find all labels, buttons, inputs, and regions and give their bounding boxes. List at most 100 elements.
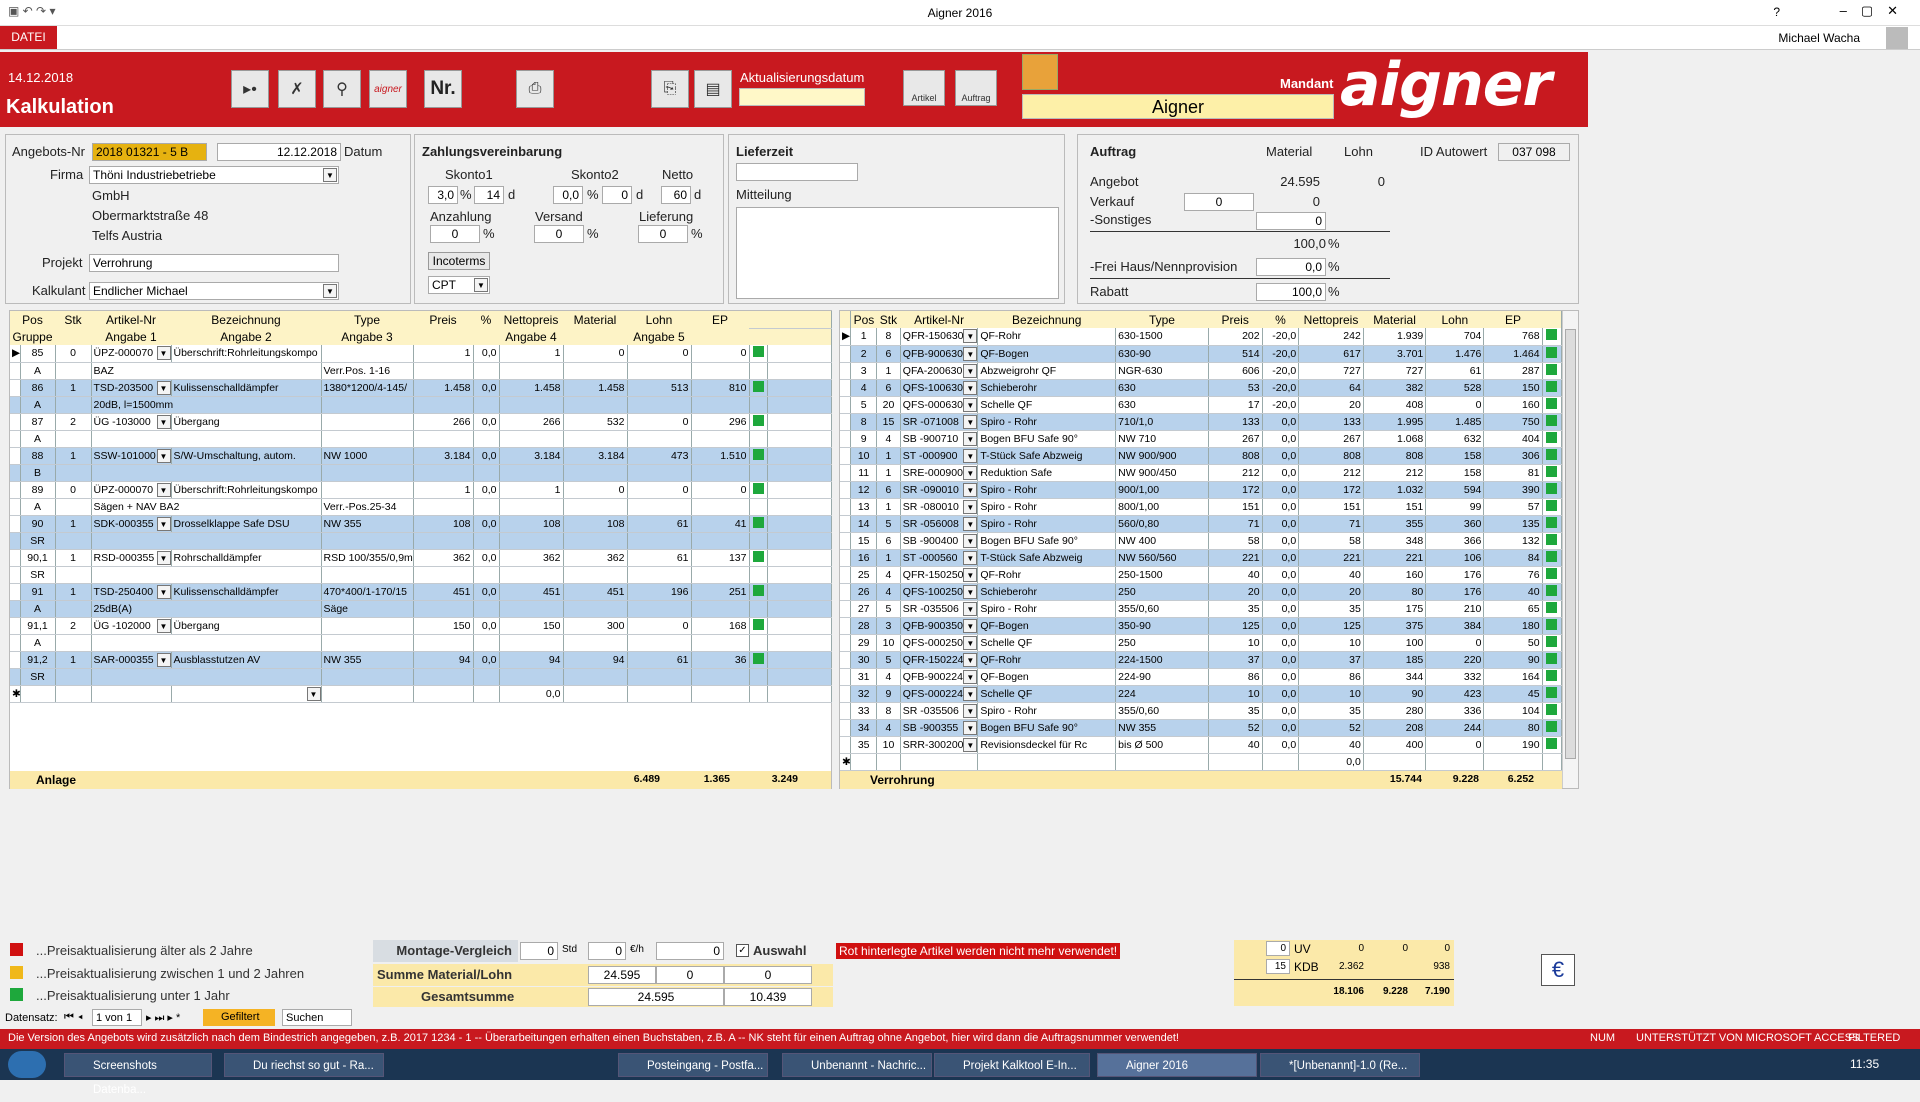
cell-pos[interactable]: 8 (850, 413, 878, 431)
cell-ep[interactable]: 76 (1483, 566, 1543, 584)
cell-preis[interactable]: 212 (1208, 464, 1263, 482)
cell-lohn[interactable]: 0 (627, 345, 692, 363)
cell-nettopreis[interactable]: 221 (1298, 549, 1364, 567)
cell-artikel-nr[interactable]: SB -900400 ▼ (900, 532, 979, 550)
cell-type[interactable]: 710/1,0 (1115, 413, 1209, 431)
cell-material[interactable]: 727 (1363, 362, 1427, 380)
table-row[interactable]: 12 6 SR -090010 ▼ Spiro - Rohr 900/1,00 172 0,0… (840, 481, 1563, 499)
skonto2-days-field[interactable]: 0 (602, 186, 632, 204)
cell-empty[interactable] (1425, 753, 1485, 771)
cell-pos[interactable]: 25 (850, 566, 878, 584)
cell-material[interactable]: 355 (1363, 515, 1427, 533)
cell-mat[interactable]: 300 (563, 617, 628, 635)
cell-ep[interactable]: 287 (1483, 362, 1543, 380)
chevron-down-icon[interactable]: ▼ (963, 363, 977, 378)
copy-icon[interactable]: ⎘ (651, 70, 689, 108)
cell-pos[interactable]: 35 (850, 736, 878, 754)
cell-nettopreis[interactable]: 617 (1298, 345, 1364, 363)
cell-bezeichnung[interactable]: Bogen BFU Safe 90° (977, 719, 1117, 737)
record-position[interactable]: 1 von 1 (92, 1009, 142, 1026)
cell-empty[interactable]: ▼ (171, 685, 322, 703)
cell-pos[interactable]: 85 (20, 345, 56, 363)
cell-nettopreis[interactable]: 125 (1298, 617, 1364, 635)
cell-bez[interactable]: Überschrift:Rohrleitungskompo (171, 481, 322, 499)
cell-nettopreis[interactable]: 212 (1298, 464, 1364, 482)
cell-art[interactable]: TSD-250400 ▼ (91, 583, 172, 601)
row-selector[interactable] (840, 668, 852, 686)
cell-preis[interactable]: 808 (1208, 447, 1263, 465)
cell-gruppe[interactable]: SR (20, 668, 56, 686)
table-row[interactable]: 34 4 SB -900355 ▼ Bogen BFU Safe 90° NW 355 52… (840, 719, 1563, 737)
cell-nettopreis[interactable]: 52 (1298, 719, 1364, 737)
cell-lohn[interactable]: 384 (1425, 617, 1485, 635)
chevron-down-icon[interactable]: ▼ (156, 380, 170, 395)
table-subrow[interactable]: SR (10, 566, 832, 584)
cell-pos[interactable]: 32 (850, 685, 878, 703)
skonto2-pct-field[interactable]: 0,0 (553, 186, 583, 204)
cell-mat[interactable]: 3.184 (563, 447, 628, 465)
taskbar-item-message[interactable]: Unbenannt - Nachric... (782, 1053, 932, 1077)
cell-artikel-nr[interactable]: ST -000560 ▼ (900, 549, 979, 567)
table-row[interactable]: 31 4 QFB-900224 ▼ QF-Bogen 224-90 86 0,0 86 344 33… (840, 668, 1563, 686)
cell-bezeichnung[interactable]: QF-Rohr (977, 328, 1117, 346)
cell-stk[interactable]: 1 (876, 447, 901, 465)
cell-bezeichnung[interactable]: Spiro - Rohr (977, 413, 1117, 431)
chevron-down-icon[interactable]: ▼ (156, 414, 170, 429)
cell-bezeichnung[interactable]: T-Stück Safe Abzweig (977, 447, 1117, 465)
cell-gruppe[interactable]: A (20, 498, 56, 516)
cell-pct[interactable]: 0,0 (473, 345, 500, 363)
cell-type[interactable]: NW 400 (1115, 532, 1209, 550)
update-date-field[interactable] (739, 88, 865, 106)
cell-stk[interactable]: 9 (876, 685, 901, 703)
cell-artikel-nr[interactable]: QFS-100630 ▼ (900, 379, 979, 397)
cell-bez[interactable]: S/W-Umschaltung, autom. (171, 447, 322, 465)
cell-artikel-nr[interactable]: QFR-150630 ▼ (900, 328, 979, 346)
cell-preis[interactable]: 94 (413, 651, 474, 669)
cell-lohn[interactable]: 61 (627, 515, 692, 533)
chevron-down-icon[interactable]: ▼ (963, 618, 977, 633)
table-subrow[interactable]: B (10, 464, 832, 482)
cell-material[interactable]: 808 (1363, 447, 1427, 465)
row-selector[interactable] (840, 617, 852, 635)
table-row[interactable]: 33 8 SR -035506 ▼ Spiro - Rohr 355/0,60 35 0,0 3… (840, 702, 1563, 720)
cell-angabe1[interactable] (91, 464, 322, 482)
cell-lohn[interactable]: 336 (1425, 702, 1485, 720)
chevron-down-icon[interactable]: ▼ (963, 482, 977, 497)
cell-mat[interactable]: 1.458 (563, 379, 628, 397)
row-selector[interactable] (840, 702, 852, 720)
cell-preis[interactable]: 267 (1208, 430, 1263, 448)
cell-stk[interactable]: 4 (876, 719, 901, 737)
cell-bezeichnung[interactable]: QF-Bogen (977, 668, 1117, 686)
cell-bezeichnung[interactable]: QF-Bogen (977, 617, 1117, 635)
table-subrow[interactable]: SR (10, 668, 832, 686)
table-row[interactable]: 16 1 ST -000560 ▼ T-Stück Safe Abzweig NW 560… (840, 549, 1563, 567)
cell-angabe1[interactable]: Sägen + NAV BA2 (91, 498, 322, 516)
datum-field[interactable]: 12.12.2018 (217, 143, 341, 161)
cell-ep[interactable]: 0 (691, 481, 750, 499)
row-selector[interactable] (10, 396, 21, 414)
cell-stk[interactable]: 0 (55, 481, 92, 499)
kdb-pct-field[interactable]: 15 (1266, 959, 1290, 974)
cell-lohn[interactable]: 61 (627, 549, 692, 567)
auswahl-checkbox[interactable]: ✓ (736, 944, 749, 957)
chevron-down-icon[interactable]: ▼ (963, 329, 977, 343)
cell-typ[interactable]: NW 355 (321, 651, 414, 669)
cell-type[interactable]: 355/0,60 (1115, 600, 1209, 618)
chevron-down-icon[interactable]: ▼ (963, 652, 977, 667)
cell-pos[interactable]: 33 (850, 702, 878, 720)
cell-artikel-nr[interactable]: QFR-150250 ▼ (900, 566, 979, 584)
table-subrow[interactable]: A Sägen + NAV BA2 Verr.-Pos.25-34 (10, 498, 832, 516)
projekt-field[interactable]: Verrohrung (89, 254, 339, 272)
cell-lohn[interactable]: 158 (1425, 447, 1485, 465)
cell-material[interactable]: 212 (1363, 464, 1427, 482)
uv-pct-field[interactable]: 0 (1266, 941, 1290, 956)
cell-pos[interactable]: 1 (850, 328, 878, 346)
cell-pos[interactable]: 29 (850, 634, 878, 652)
cell-pct[interactable]: 0,0 (473, 651, 500, 669)
row-selector[interactable] (840, 566, 852, 584)
table-row[interactable]: 27 5 SR -035506 ▼ Spiro - Rohr 355/0,60 35 0,0 3… (840, 600, 1563, 618)
table-subrow[interactable]: A BAZ Verr.Pos. 1-16 (10, 362, 832, 380)
cell-%[interactable]: 0,0 (1262, 651, 1300, 669)
right-grid-scrollbar[interactable] (1562, 311, 1578, 788)
chevron-down-icon[interactable]: ▼ (323, 168, 337, 182)
